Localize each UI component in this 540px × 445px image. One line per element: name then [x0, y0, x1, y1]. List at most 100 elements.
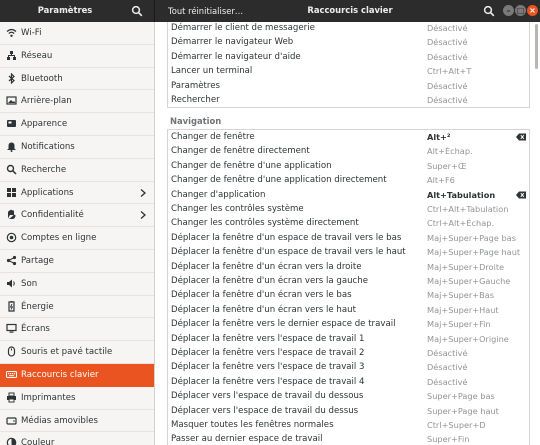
bluetooth-icon — [8, 72, 15, 84]
sidebar-item[interactable]: Couleur — [0, 432, 154, 445]
shortcut-row[interactable]: Démarrer le client de messagerie Désactiv… — [168, 22, 529, 35]
shortcut-row[interactable]: Paramètres Désactivé — [168, 79, 529, 93]
search-icon[interactable] — [131, 5, 143, 17]
sidebar-item[interactable]: Partage — [0, 250, 154, 273]
sidebar-item[interactable]: Applications — [0, 182, 154, 205]
shortcut-accelerator: Maj+Super+Bas — [427, 290, 494, 301]
shortcut-row[interactable]: Déplacer la fenêtre vers l'espace de tra… — [168, 332, 529, 346]
shortcut-accelerator: Maj+Super+Droite — [427, 261, 505, 272]
keyboard-icon — [6, 370, 17, 379]
reset-shortcut-icon[interactable] — [516, 133, 526, 141]
shortcut-row[interactable]: Changer d'application Alt+Tabulation — [168, 188, 529, 202]
shortcut-name: Déplacer vers l'espace de travail du des… — [171, 391, 364, 402]
power-icon — [8, 300, 15, 312]
shortcut-name: Déplacer la fenêtre d'un écran vers la g… — [171, 276, 369, 286]
shortcut-row[interactable]: Déplacer la fenêtre d'un écran vers la d… — [168, 260, 529, 274]
shortcut-name: Déplacer vers l'espace de travail du des… — [171, 405, 359, 416]
sidebar-item[interactable]: Énergie — [0, 296, 154, 319]
sidebar-item[interactable]: Apparence — [0, 113, 154, 136]
shortcut-accelerator: Ctrl+Alt+Échap. — [427, 218, 495, 229]
sidebar-item-label: Apparence — [21, 119, 68, 130]
maximize-button[interactable]: □ — [515, 5, 526, 16]
sidebar-item-label: Écrans — [21, 324, 50, 335]
sidebar-item[interactable]: Réseau — [0, 45, 154, 68]
shortcut-row[interactable]: Rechercher Désactivé — [168, 93, 529, 107]
shortcut-row[interactable]: Déplacer la fenêtre vers le dernier espa… — [168, 317, 529, 331]
scrollbar[interactable] — [535, 22, 538, 445]
minimize-button[interactable]: – — [503, 5, 514, 16]
shortcut-row[interactable]: Lancer un terminal Ctrl+Alt+T — [168, 64, 529, 78]
shortcut-accelerator: Super+Page bas — [427, 391, 495, 402]
shortcut-row[interactable]: Masquer toutes les fenêtres normales Ctrl… — [168, 418, 529, 432]
shortcut-row[interactable]: Déplacer la fenêtre d'un écran vers la g… — [168, 274, 529, 288]
sidebar-item[interactable]: Médias amovibles — [0, 410, 154, 433]
shortcut-group-navigation: Changer de fenêtre Alt+² Changer de fenêtr… — [167, 129, 530, 445]
shortcut-row[interactable]: Changer les contrôles système directemen… — [168, 216, 529, 230]
shortcut-row[interactable]: Changer de fenêtre d'une application Supe… — [168, 159, 529, 173]
sidebar-item-label: Partage — [21, 256, 54, 266]
shortcut-name: Déplacer la fenêtre d'un écran vers le b… — [171, 290, 352, 301]
shortcut-row[interactable]: Déplacer la fenêtre vers l'espace de tra… — [168, 375, 529, 389]
shortcut-accelerator: Désactivé — [427, 348, 468, 358]
reset-shortcut-icon[interactable] — [516, 191, 526, 199]
shortcut-name: Déplacer la fenêtre d'un espace de trava… — [171, 232, 402, 243]
sidebar-item-label: Arrière-plan — [21, 96, 72, 107]
sidebar-item[interactable]: Confidentialité — [0, 204, 154, 228]
shortcut-accelerator: Maj+Super+Page haut — [427, 247, 521, 258]
network-icon — [7, 50, 16, 60]
background-icon — [6, 96, 17, 105]
sidebar-item[interactable]: Arrière-plan — [0, 90, 154, 114]
shortcut-name: Déplacer la fenêtre d'un écran vers le h… — [171, 304, 356, 315]
sidebar-item-label: Recherche — [21, 164, 67, 175]
sidebar-item[interactable]: Son — [0, 273, 154, 296]
reset-all-button[interactable]: Tout réinitialiser… — [162, 3, 249, 19]
shortcut-name: Changer les contrôles système — [171, 204, 304, 214]
shortcut-name: Masquer toutes les fenêtres normales — [171, 420, 334, 430]
shortcut-row[interactable]: Déplacer la fenêtre d'un écran vers le b… — [168, 288, 529, 302]
share-icon — [6, 255, 17, 266]
shortcut-row[interactable]: Changer de fenêtre Alt+² — [168, 130, 529, 144]
shortcut-accelerator: Maj+Super+Origine — [427, 333, 509, 344]
shortcut-name: Déplacer la fenêtre vers l'espace de tra… — [171, 333, 365, 344]
search-shortcuts-icon[interactable] — [483, 5, 495, 17]
color-icon — [6, 438, 17, 445]
sidebar-item[interactable]: Bluetooth — [0, 68, 154, 91]
shortcut-row[interactable]: Changer de fenêtre d'une application dir… — [168, 173, 529, 187]
sidebar-item-label: Souris et pavé tactile — [21, 347, 113, 358]
sidebar-item[interactable]: Raccourcis clavier — [0, 364, 154, 387]
scrollbar-thumb[interactable] — [535, 24, 538, 69]
shortcut-row[interactable]: Déplacer vers l'espace de travail du des… — [168, 404, 529, 418]
shortcut-row[interactable]: Déplacer la fenêtre vers l'espace de tra… — [168, 360, 529, 374]
sidebar-item-label: Applications — [21, 187, 74, 198]
sidebar-item[interactable]: Wi-Fi — [0, 22, 154, 45]
sidebar-item-label: Son — [21, 278, 38, 289]
maximize-icon: □ — [516, 6, 525, 15]
shortcut-row[interactable]: Déplacer la fenêtre d'un espace de trava… — [168, 231, 529, 245]
shortcut-name: Déplacer la fenêtre vers l'espace de tra… — [171, 348, 365, 358]
shortcut-row[interactable]: Démarrer le navigateur Web Désactivé — [168, 35, 529, 49]
sidebar-item[interactable]: Comptes en ligne — [0, 227, 154, 250]
sidebar-item[interactable]: Souris et pavé tactile — [0, 341, 154, 364]
shortcut-name: Démarrer le client de messagerie — [171, 23, 315, 33]
sidebar-item[interactable]: Notifications — [0, 136, 154, 159]
sidebar-item-label: Comptes en ligne — [21, 233, 97, 244]
sidebar-item[interactable]: Imprimantes — [0, 387, 154, 410]
shortcut-row[interactable]: Déplacer la fenêtre d'un écran vers le h… — [168, 303, 529, 317]
shortcut-row[interactable]: Passer au dernier espace de travail Super… — [168, 432, 529, 445]
sidebar-item[interactable]: Écrans — [0, 318, 154, 342]
shortcut-row[interactable]: Changer les contrôles système Ctrl+Alt+Ta… — [168, 202, 529, 216]
mouse-icon — [7, 346, 16, 357]
shortcut-row[interactable]: Déplacer la fenêtre vers l'espace de tra… — [168, 346, 529, 360]
shortcut-row[interactable]: Démarrer le navigateur d'aide Désactivé — [168, 50, 529, 64]
sidebar-header: Paramètres — [0, 0, 154, 22]
close-button[interactable]: × — [527, 5, 538, 16]
shortcut-row[interactable]: Changer de fenêtre directement Alt+Échap. — [168, 144, 529, 158]
sidebar-item-label: Bluetooth — [21, 73, 63, 84]
shortcut-group-launchers: Démarrer le client de messagerie Désactiv… — [167, 22, 530, 108]
sidebar-item[interactable]: Recherche — [0, 159, 154, 182]
shortcut-row[interactable]: Déplacer la fenêtre d'un espace de trava… — [168, 245, 529, 259]
shortcut-accelerator: Maj+Super+Fin — [427, 319, 491, 330]
shortcut-name: Passer au dernier espace de travail — [171, 434, 323, 445]
shortcut-row[interactable]: Déplacer vers l'espace de travail du des… — [168, 389, 529, 403]
shortcut-name: Changer les contrôles système directemen… — [171, 218, 359, 229]
